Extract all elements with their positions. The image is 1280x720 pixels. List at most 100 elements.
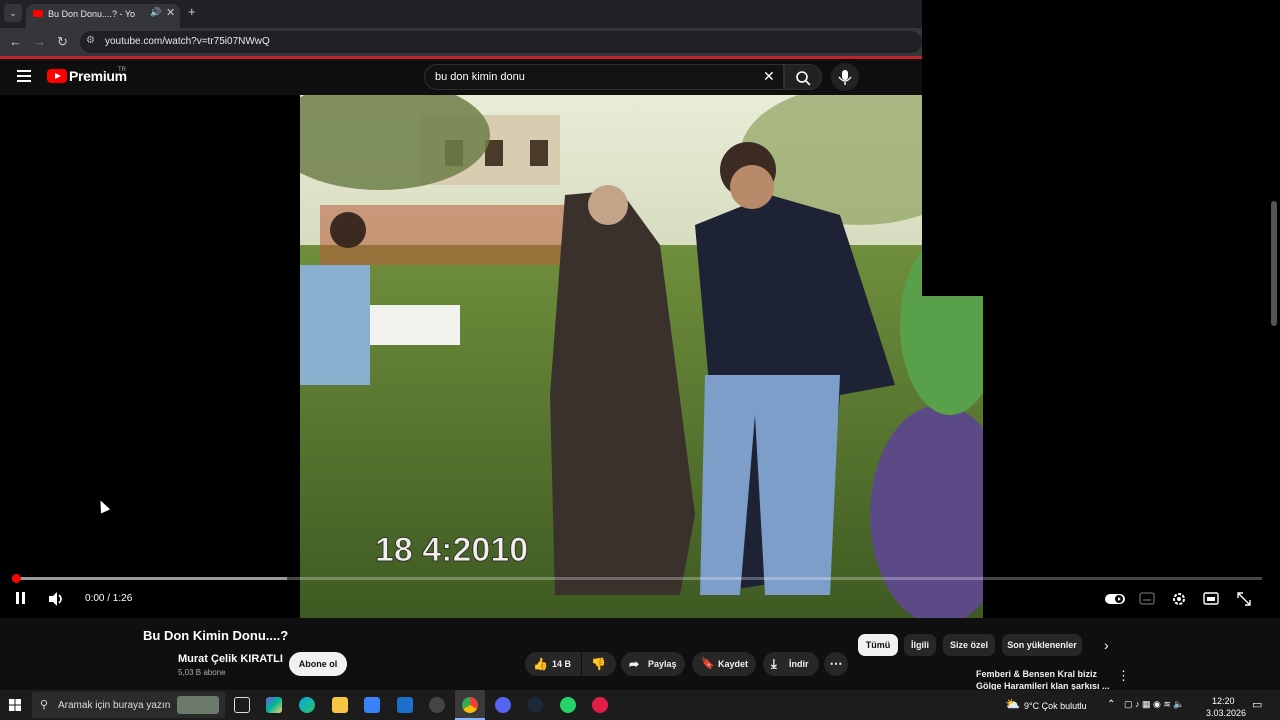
tab-title: Bu Don Donu....? - Yo xyxy=(48,9,136,19)
fullscreen-icon xyxy=(1237,592,1251,606)
chip-related[interactable]: İlgili xyxy=(904,634,936,656)
chevron-right-icon[interactable]: › xyxy=(1104,637,1109,653)
youtube-header: Premium TR bu don kimin donu ✕ xyxy=(0,59,922,95)
store-icon[interactable] xyxy=(364,697,380,713)
youtube-logo-icon[interactable] xyxy=(47,69,67,83)
video-frame[interactable]: 18 4:2010 xyxy=(300,95,983,618)
theater-mode-button[interactable] xyxy=(1203,590,1219,608)
video-player[interactable]: 18 4:2010 xyxy=(0,95,1280,618)
back-icon[interactable]: ← xyxy=(9,34,22,49)
speaker-icon[interactable]: 🔊 xyxy=(150,7,161,18)
site-info-icon[interactable]: ⚙ xyxy=(86,35,95,46)
taskbar-search-input[interactable]: ⚲ Aramak için buraya yazın xyxy=(32,692,225,718)
clear-search-icon[interactable]: ✕ xyxy=(763,68,775,85)
volume-icon xyxy=(49,592,62,606)
share-label: Paylaş xyxy=(648,659,677,669)
discord-icon[interactable] xyxy=(495,697,511,713)
like-count: 14 B xyxy=(552,659,572,669)
download-icon: ⤓ xyxy=(771,656,777,671)
close-tab-icon[interactable]: ✕ xyxy=(166,6,175,19)
like-button[interactable]: 👍 14 B xyxy=(525,652,581,676)
mouse-cursor-icon xyxy=(95,498,111,514)
tab-list-button[interactable]: ⌄ xyxy=(4,4,22,22)
dislike-button[interactable]: 👎 xyxy=(582,652,616,676)
video-date-stamp: 18 4:2010 xyxy=(375,531,528,569)
progress-scrubber[interactable] xyxy=(12,574,21,583)
search-query[interactable]: bu don kimin donu xyxy=(435,71,525,83)
mail-icon[interactable] xyxy=(397,697,413,713)
chip-recent[interactable]: Son yüklenenler xyxy=(1002,634,1082,656)
task-view-icon[interactable] xyxy=(234,697,250,713)
weather-icon[interactable]: ⛅ xyxy=(1005,697,1020,711)
autoplay-toggle[interactable] xyxy=(1104,590,1126,608)
video-scene-image: 18 4:2010 xyxy=(300,95,983,618)
whatsapp-icon[interactable] xyxy=(560,697,576,713)
settings-button[interactable] xyxy=(1171,590,1187,608)
chip-for-you[interactable]: Size özel xyxy=(943,634,995,656)
download-button[interactable]: ⤓ İndir xyxy=(763,652,819,676)
file-explorer-icon[interactable] xyxy=(332,697,348,713)
progress-bar[interactable] xyxy=(12,574,1262,583)
more-actions-button[interactable]: ⋯ xyxy=(824,652,848,676)
gear-icon xyxy=(1173,593,1185,605)
steam-icon[interactable] xyxy=(527,697,543,713)
system-tray-icons[interactable]: ▢ ♪ ▦ ◉ ≋ 🔈 xyxy=(1124,699,1185,710)
subscribe-button[interactable]: Abone ol xyxy=(289,652,347,676)
weather-text[interactable]: 9°C Çok bulutlu xyxy=(1024,701,1087,711)
new-tab-icon[interactable]: + xyxy=(188,4,196,19)
chevron-up-icon[interactable]: ⌃ xyxy=(1107,699,1115,710)
chrome-taskbar-item[interactable] xyxy=(455,690,485,720)
address-bar-row: ← → ↻ ⚙ youtube.com/watch?v=tr75i07NWwQ xyxy=(0,28,922,56)
hamburger-menu-icon[interactable] xyxy=(17,70,31,82)
volume-button[interactable] xyxy=(47,590,65,608)
recommendation-menu-icon[interactable]: ⋮ xyxy=(1117,668,1130,684)
browser-tab[interactable]: Bu Don Donu....? - Yo 🔊 ✕ xyxy=(26,4,180,28)
chip-all[interactable]: Tümü xyxy=(858,634,898,656)
microphone-icon xyxy=(838,70,852,85)
search-icon xyxy=(796,71,811,86)
app-icon[interactable] xyxy=(429,697,445,713)
browser-window: ⌄ Bu Don Donu....? - Yo 🔊 ✕ + ← → ↻ ⚙ yo… xyxy=(0,0,922,95)
page-scrollbar[interactable] xyxy=(1271,201,1277,326)
subtitles-icon xyxy=(1139,592,1155,605)
share-button[interactable]: ➦ Paylaş xyxy=(621,652,685,676)
edge-icon[interactable] xyxy=(299,697,315,713)
subtitles-button[interactable] xyxy=(1139,590,1155,608)
watch-metadata: Bu Don Kimin Donu....? Murat Çelik KIRAT… xyxy=(0,618,1280,692)
save-label: Kaydet xyxy=(718,659,749,669)
subscriber-count: 5,03 B abone xyxy=(178,668,226,677)
notification-icon[interactable]: ▭ xyxy=(1252,698,1262,711)
save-button[interactable]: 🔖 Kaydet xyxy=(692,652,756,676)
chrome-icon xyxy=(462,697,478,713)
recommendation-title-line1: Femberi & Bensen Kral biziz xyxy=(976,669,1098,679)
channel-avatar[interactable] xyxy=(143,653,171,681)
channel-name[interactable]: Murat Çelik KIRATLI xyxy=(178,653,283,665)
clock-date[interactable]: 3.03.2026 xyxy=(1206,708,1246,718)
url-text[interactable]: youtube.com/watch?v=tr75i07NWwQ xyxy=(105,36,270,47)
windows-taskbar: ⚲ Aramak için buraya yazın ⛅ 9°C Çok bul… xyxy=(0,690,1280,720)
address-bar[interactable]: ⚙ youtube.com/watch?v=tr75i07NWwQ xyxy=(80,31,922,53)
time-display: 0:00 / 1:26 xyxy=(85,593,133,604)
recommendation-title[interactable]: Femberi & Bensen Kral biziz Gölge Harami… xyxy=(976,668,1111,692)
forward-icon[interactable]: → xyxy=(33,34,46,49)
video-title: Bu Don Kimin Donu....? xyxy=(143,628,289,643)
bookmark-icon: 🔖 xyxy=(701,658,715,670)
more-horizontal-icon: ⋯ xyxy=(829,656,843,671)
voice-search-button[interactable] xyxy=(831,63,859,91)
copilot-icon[interactable] xyxy=(266,697,282,713)
clock-time[interactable]: 12:20 xyxy=(1212,696,1235,706)
miniplayer-icon xyxy=(1203,592,1219,605)
right-panel-black xyxy=(922,95,1280,296)
buffered-bar xyxy=(12,577,287,580)
search-input[interactable]: bu don kimin donu ✕ xyxy=(424,64,784,90)
pause-button[interactable] xyxy=(14,590,28,608)
fullscreen-button[interactable] xyxy=(1236,590,1252,608)
windows-start-icon[interactable] xyxy=(9,699,21,711)
reload-icon[interactable]: ↻ xyxy=(57,34,68,50)
tab-bar: ⌄ Bu Don Donu....? - Yo 🔊 ✕ + xyxy=(0,0,922,28)
search-button[interactable] xyxy=(784,64,822,90)
thumbs-up-icon: 👍 xyxy=(533,657,548,671)
share-icon: ➦ xyxy=(629,657,640,671)
app-icon-2[interactable] xyxy=(592,697,608,713)
search-highlight-icon xyxy=(177,696,219,714)
